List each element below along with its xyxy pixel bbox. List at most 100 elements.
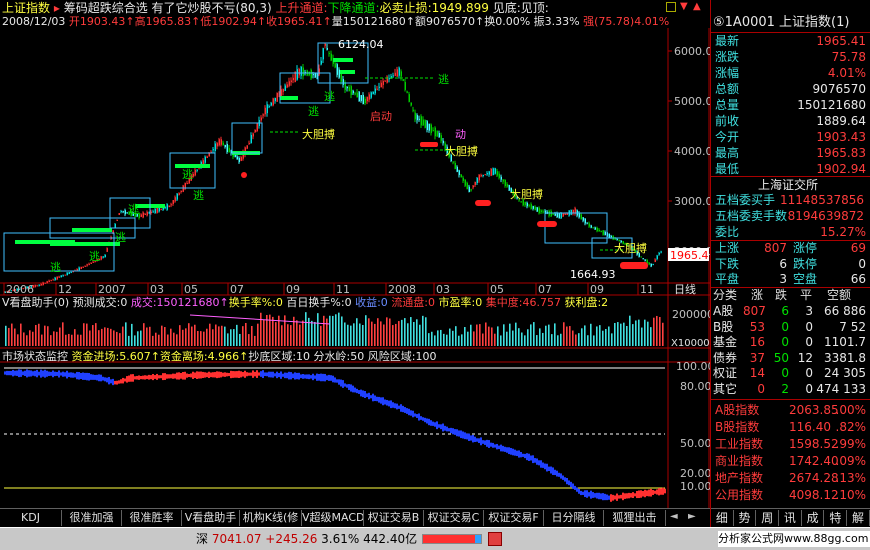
volume-bar xyxy=(350,325,352,346)
candle-body xyxy=(226,143,228,153)
sub-index-row[interactable]: 商业指数 1742.40.09% xyxy=(713,453,870,470)
quote-low: 低1902.94 xyxy=(200,15,257,28)
flow-segment xyxy=(16,370,18,376)
scroll-up-icon[interactable]: ▲ xyxy=(693,2,701,12)
candle-body xyxy=(212,149,214,151)
flow-segment xyxy=(404,407,406,413)
panel-tab[interactable]: 讯 xyxy=(779,510,802,526)
category-row[interactable]: A股 807 6 3 66 886 xyxy=(713,304,870,319)
volume-bar xyxy=(218,326,220,346)
dropdown-arrow-icon[interactable]: ▸ xyxy=(54,1,60,15)
candle-body xyxy=(118,213,120,215)
flow-segment xyxy=(70,372,72,378)
candle-body xyxy=(160,208,162,210)
volume-bar xyxy=(425,317,427,346)
tab-v-assistant[interactable]: V看盘助手 xyxy=(182,510,240,526)
scroll-down-icon[interactable]: ▼ xyxy=(680,2,688,12)
panel-tab[interactable]: 细 xyxy=(711,510,734,526)
tab-warrant-f[interactable]: 权证交易F xyxy=(484,510,544,526)
flow-segment xyxy=(502,445,504,452)
flow-segment xyxy=(8,370,10,376)
volume-bar xyxy=(152,335,154,346)
tab-v-super-macd[interactable]: V超级MACD xyxy=(302,510,364,526)
tab-warrant-b[interactable]: 权证交易B xyxy=(364,510,424,526)
volume-bar xyxy=(296,320,298,346)
candle-body xyxy=(82,266,84,268)
flow-segment xyxy=(416,414,418,418)
category-row[interactable]: 其它 0 2 0 474 133 xyxy=(713,382,870,397)
panel-tab[interactable]: 周 xyxy=(756,510,780,526)
volume-bar xyxy=(608,326,610,346)
panel-tab[interactable]: 成 xyxy=(802,510,825,526)
sub-index-row[interactable]: 公用指数 4098.12.10% xyxy=(713,487,870,504)
alert-icon[interactable] xyxy=(488,532,502,546)
candle-body xyxy=(150,211,152,214)
formula-name[interactable]: 筹码超跌综合选 xyxy=(64,1,148,15)
volume-bar xyxy=(143,323,145,346)
panel-tab[interactable]: 特 xyxy=(825,510,848,526)
tab-kdj[interactable]: KDJ xyxy=(0,510,62,526)
tab-scroll-left-icon[interactable]: ◄ xyxy=(670,511,678,522)
sub-index-row[interactable]: A股指数 2063.85.00% xyxy=(713,402,870,419)
flow-segment xyxy=(18,369,20,378)
flow-segment xyxy=(646,490,648,497)
volume-bar xyxy=(164,327,166,346)
candle-body xyxy=(104,254,106,258)
tab-fox-attack[interactable]: 狐狸出击 xyxy=(604,510,666,526)
flow-segment xyxy=(364,391,366,398)
candle-body xyxy=(142,212,144,218)
flow-segment xyxy=(142,375,144,380)
breadth-label: 下跌 xyxy=(715,256,740,271)
candle-body xyxy=(338,69,340,78)
category-flat: 12 xyxy=(797,350,813,365)
tab-accurate-plus[interactable]: 很准加强 xyxy=(62,510,122,526)
volume-panel-title[interactable]: V看盘助手(0) xyxy=(2,296,69,309)
candle-body xyxy=(152,211,154,213)
tab-warrant-c[interactable]: 权证交易C xyxy=(424,510,484,526)
cat-header: 分类 xyxy=(713,288,738,302)
timeframe-label[interactable]: 日线 xyxy=(674,282,696,296)
flow-segment xyxy=(166,374,168,379)
market-panel-title[interactable]: 市场状态监控 xyxy=(2,350,68,363)
volume-bar xyxy=(80,334,82,346)
quote-row: 前收 1889.64 xyxy=(713,113,870,129)
category-flat: 0 xyxy=(805,319,813,334)
flow-segment xyxy=(324,373,326,382)
breadth-label: 空盘 xyxy=(793,272,818,286)
candle-body xyxy=(314,72,316,78)
volume-bar xyxy=(65,334,67,346)
candle-body xyxy=(528,205,530,207)
sub-index-row[interactable]: 地产指数 2674.28.13% xyxy=(713,470,870,487)
candle-body xyxy=(248,142,250,144)
volume-bar xyxy=(398,321,400,346)
tab-day-separator[interactable]: 日分隔线 xyxy=(544,510,604,526)
panel-tab[interactable]: 解 xyxy=(847,510,870,526)
category-down: 0 xyxy=(781,366,789,380)
time-axis-label: 11 xyxy=(336,283,350,296)
candle-body xyxy=(650,263,652,267)
panel-tab[interactable]: 势 xyxy=(734,510,757,526)
category-row[interactable]: 基金 16 0 0 1101.7 xyxy=(713,335,870,350)
tab-institution-k[interactable]: 机构K线(修 xyxy=(240,510,302,526)
zoom-in-icon[interactable] xyxy=(666,2,676,12)
flow-segment xyxy=(240,371,242,378)
time-axis-label: 03 xyxy=(150,283,164,296)
sub-index-row[interactable]: B股指数 116.40 .82% xyxy=(713,419,870,436)
candle-body xyxy=(382,81,384,85)
category-row[interactable]: B股 53 0 0 7 52 xyxy=(713,320,870,335)
quote-row-label: 前收 xyxy=(715,114,740,128)
sub-index-row[interactable]: 工业指数 1598.52.99% xyxy=(713,436,870,453)
category-row[interactable]: 债券 37 50 12 3381.8 xyxy=(713,351,870,366)
candle-body xyxy=(424,120,426,128)
flow-segment xyxy=(544,463,546,470)
tab-scroll-right-icon[interactable]: ► xyxy=(688,511,696,522)
category-row[interactable]: 权证 14 0 0 24 305 xyxy=(713,366,870,381)
volume-bar xyxy=(56,331,58,346)
chart-area[interactable]: 6000.0 5000.0 4000.0 3000.0 2000.0 1965.… xyxy=(0,28,710,508)
flow-segment xyxy=(490,442,492,447)
flow-segment xyxy=(600,493,602,500)
flow-segment xyxy=(494,444,496,448)
peak-label: 6124.04 xyxy=(338,38,384,51)
flow-segment xyxy=(308,374,310,380)
tab-accurate-winrate[interactable]: 很准胜率 xyxy=(122,510,182,526)
